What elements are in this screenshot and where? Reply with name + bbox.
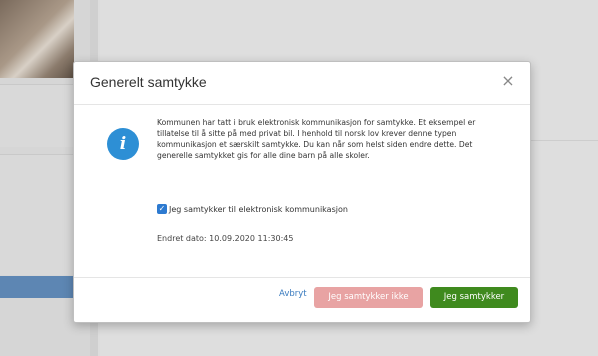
- close-icon[interactable]: ×: [500, 72, 516, 90]
- changed-date-text: Endret dato: 10.09.2020 11:30:45: [157, 234, 294, 243]
- decline-consent-button[interactable]: Jeg samtykker ikke: [314, 287, 423, 308]
- dialog-header: Generelt samtykke ×: [74, 62, 530, 105]
- accept-consent-button[interactable]: Jeg samtykker: [430, 287, 518, 308]
- dialog-title: Generelt samtykke: [90, 74, 207, 90]
- dialog-body-text: Kommunen har tatt i bruk elektronisk kom…: [157, 118, 476, 160]
- cancel-button[interactable]: Avbryt: [279, 289, 307, 299]
- consent-checkbox-row[interactable]: ✓ Jeg samtykker til elektronisk kommunik…: [157, 202, 348, 216]
- background-selected-item: [0, 276, 80, 298]
- checkmark-icon[interactable]: ✓: [157, 204, 167, 214]
- info-icon: i: [107, 128, 139, 160]
- background-profile-photo: [0, 0, 74, 78]
- consent-dialog: Generelt samtykke × i Kommunen har tatt …: [73, 61, 531, 323]
- consent-checkbox-label[interactable]: Jeg samtykker til elektronisk kommunikas…: [169, 205, 348, 214]
